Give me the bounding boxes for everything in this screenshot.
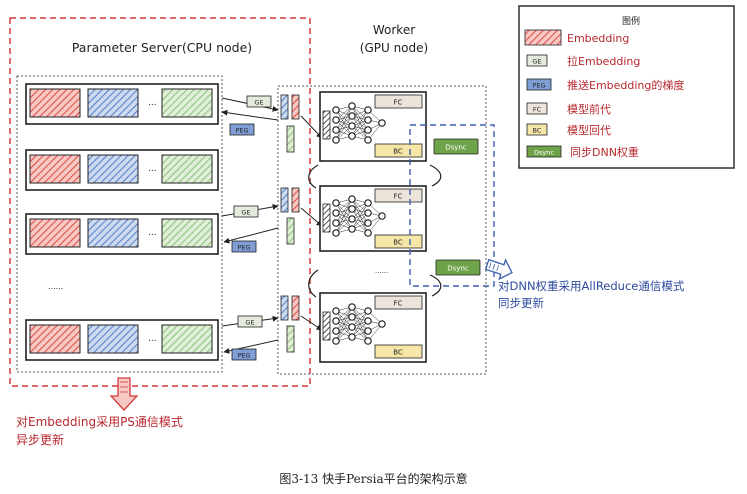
dsync-tag-label: Dsync xyxy=(447,265,469,273)
communication-tags: GE PEG GE PEG GE PEG xyxy=(221,95,279,361)
embedding-block-blue xyxy=(87,154,139,184)
worker-embedding-strip-green xyxy=(286,125,295,153)
embedding-block-red xyxy=(29,218,81,248)
legend-label-dsync: 同步DNN权重 xyxy=(570,145,639,159)
embedding-block-red xyxy=(29,88,81,118)
embedding-block-green xyxy=(161,154,213,184)
fc-tag-label: FC xyxy=(394,193,403,201)
input-layer-hatch xyxy=(322,110,331,140)
ps-shard-row: ... xyxy=(25,213,219,255)
embedding-block-blue xyxy=(87,88,139,118)
input-layer-hatch xyxy=(322,311,331,341)
dsync-tag-label: Dsync xyxy=(445,144,467,152)
worker-title-line2: (GPU node) xyxy=(360,41,428,55)
dnn-annotation-line2: 同步更新 xyxy=(498,296,544,310)
parameter-server-group: Parameter Server(CPU node) ... ... ... .… xyxy=(9,17,311,387)
worker-ellipsis: ...... xyxy=(375,267,388,275)
worker-title-line1: Worker xyxy=(373,23,415,37)
peg-tag-label: PEG xyxy=(237,244,250,252)
figure-caption: 图3-13 快手Persia平台的架构示意 xyxy=(279,472,468,486)
legend-label-embedding: Embedding xyxy=(567,32,629,45)
worker-embedding-strip-blue xyxy=(280,295,289,321)
worker-group: Worker (GPU node) FC BC FC BC ...... FC … xyxy=(277,23,487,375)
worker-unit: FC BC xyxy=(280,91,427,162)
legend-label-peg: 推送Embedding的梯度 xyxy=(567,78,684,92)
ps-items-ellipsis: ... xyxy=(148,334,157,344)
legend-swatch-bc-tag: BC xyxy=(533,127,542,135)
ps-annotation-line1: 对Embedding采用PS通信模式 xyxy=(16,415,183,429)
legend-title: 图例 xyxy=(622,15,640,27)
ge-tag-label: GE xyxy=(254,99,263,107)
ps-rows-ellipsis: ...... xyxy=(48,282,63,291)
embedding-block-red xyxy=(29,154,81,184)
ps-shard-row: ... xyxy=(25,149,219,191)
ps-annotation-line2: 异步更新 xyxy=(16,432,64,447)
ps-items-ellipsis: ... xyxy=(148,164,157,174)
ge-tag-label: GE xyxy=(245,319,254,327)
architecture-diagram: Parameter Server(CPU node) ... ... ... .… xyxy=(9,5,735,447)
worker-embedding-strip-blue xyxy=(280,187,289,213)
legend-label-bc: 模型回代 xyxy=(567,123,611,137)
worker-embedding-strip-blue xyxy=(280,94,289,120)
peg-tag-label: PEG xyxy=(235,127,248,135)
fc-tag-label: FC xyxy=(394,300,403,308)
embedding-block-green xyxy=(161,218,213,248)
embedding-block-red xyxy=(29,324,81,354)
ps-shard-row: ... xyxy=(25,319,219,361)
ps-items-ellipsis: ... xyxy=(148,98,157,108)
bc-tag-label: BC xyxy=(393,349,403,357)
peg-tag-label: PEG xyxy=(237,352,250,360)
worker-embedding-strip-red xyxy=(291,187,300,213)
legend-swatch-dsync-tag: Dsync xyxy=(534,149,554,157)
legend-swatch-ge-tag: GE xyxy=(532,58,541,66)
embedding-block-blue xyxy=(87,324,139,354)
worker-unit: FC BC xyxy=(280,185,427,252)
legend: 图例 Embedding GE 拉Embedding PEG 推送Embeddi… xyxy=(518,5,735,169)
embedding-block-blue xyxy=(87,218,139,248)
input-layer-hatch xyxy=(322,203,331,233)
legend-swatch-fc-tag: FC xyxy=(533,106,542,114)
worker-embedding-strip-green xyxy=(286,325,295,353)
bc-tag-label: BC xyxy=(393,239,403,247)
legend-swatch-embedding xyxy=(524,29,562,46)
dnn-annotation-line1: 对DNN权重采用AllReduce通信模式 xyxy=(498,279,685,293)
worker-embedding-strip-red xyxy=(291,295,300,321)
ps-title: Parameter Server(CPU node) xyxy=(72,40,252,55)
worker-connector-curve xyxy=(429,164,442,187)
legend-label-ge: 拉Embedding xyxy=(567,54,640,68)
worker-embedding-strip-green xyxy=(286,217,295,245)
bc-tag-label: BC xyxy=(393,148,403,156)
ps-shard-row: ... xyxy=(25,83,219,125)
ps-down-arrow xyxy=(109,377,139,411)
legend-swatch-peg-tag: PEG xyxy=(532,82,545,90)
worker-unit: FC BC xyxy=(280,292,427,363)
worker-embedding-strip-red xyxy=(291,94,300,120)
embedding-block-green xyxy=(161,324,213,354)
embedding-block-green xyxy=(161,88,213,118)
fc-tag-label: FC xyxy=(394,99,403,107)
ge-tag-label: GE xyxy=(241,209,250,217)
legend-label-fc: 模型前代 xyxy=(567,102,611,116)
ps-items-ellipsis: ... xyxy=(148,228,157,238)
